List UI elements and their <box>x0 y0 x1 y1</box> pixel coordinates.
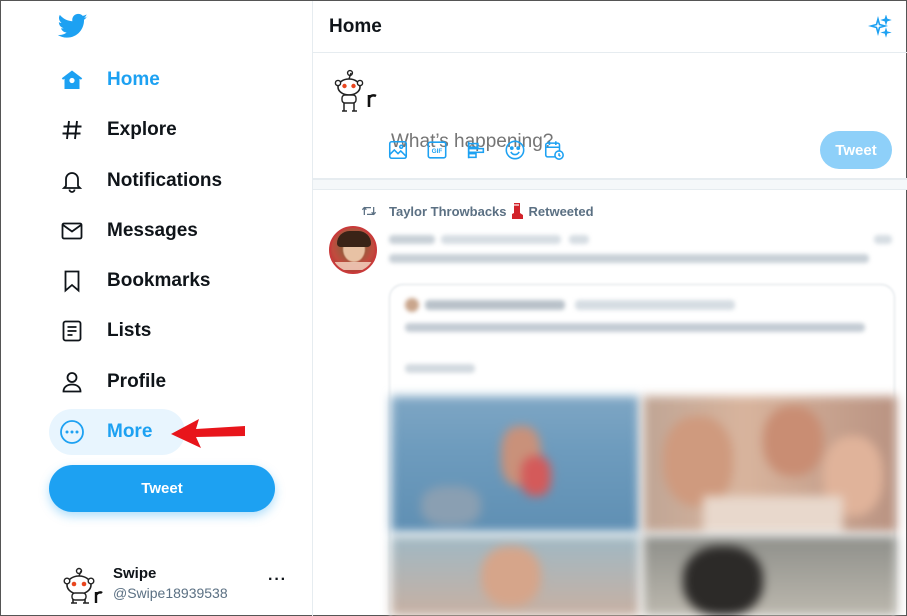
media-photo-4[interactable] <box>643 536 897 616</box>
media-photo-2[interactable] <box>643 396 897 532</box>
list-icon <box>59 318 85 344</box>
schedule-icon[interactable] <box>543 131 568 169</box>
red-boot-emoji-icon <box>511 203 523 219</box>
gif-icon[interactable]: GIF <box>426 131 451 169</box>
annotation-arrow-icon <box>171 419 245 448</box>
image-icon[interactable] <box>387 131 412 169</box>
sidebar: Home Explore Notifications Messages Book… <box>1 1 313 616</box>
account-switcher[interactable]: Swipe @Swipe18939538 ··· <box>49 557 301 609</box>
retweet-user[interactable]: Taylor Throwbacks <box>389 204 507 219</box>
compose-tweet-button[interactable]: Tweet <box>820 131 892 169</box>
nav-bookmarks-label: Bookmarks <box>107 270 211 291</box>
retweet-suffix: Retweeted <box>528 203 594 219</box>
person-icon <box>59 369 85 395</box>
nav-profile[interactable]: Profile <box>49 359 180 405</box>
nav-lists-label: Lists <box>107 320 152 341</box>
nav-home[interactable]: Home <box>49 57 174 103</box>
main-column: Home GIF <box>313 1 907 616</box>
media-photo-3[interactable] <box>391 536 639 616</box>
account-names: Swipe @Swipe18939538 <box>113 565 228 601</box>
account-name: Swipe <box>113 565 157 582</box>
retweet-context: Taylor Throwbacks Retweeted <box>361 203 594 219</box>
retweet-icon <box>361 206 377 216</box>
feed-tweet[interactable]: Taylor Throwbacks Retweeted <box>313 190 907 616</box>
avatar <box>334 69 377 112</box>
nav-more-label: More <box>107 421 153 442</box>
nav-messages-label: Messages <box>107 220 198 241</box>
nav-profile-label: Profile <box>107 371 167 392</box>
bookmark-icon <box>59 268 85 294</box>
nav-messages[interactable]: Messages <box>49 208 212 254</box>
poll-icon[interactable] <box>465 131 490 169</box>
nav-explore-label: Explore <box>107 119 177 140</box>
feed-divider <box>313 179 907 190</box>
envelope-icon <box>59 218 85 244</box>
nav-bookmarks[interactable]: Bookmarks <box>49 258 225 304</box>
composer-toolbar: GIF <box>387 131 568 169</box>
main-header: Home <box>313 1 907 53</box>
home-icon <box>59 67 85 93</box>
bell-icon <box>59 168 85 194</box>
media-photo-1[interactable] <box>391 396 639 532</box>
svg-text:GIF: GIF <box>432 148 443 155</box>
account-handle: @Swipe18939538 <box>113 585 228 601</box>
sidebar-tweet-button[interactable]: Tweet <box>49 465 275 512</box>
twitter-logo-icon[interactable] <box>57 11 89 41</box>
account-menu-icon[interactable]: ··· <box>268 571 287 589</box>
nav-explore[interactable]: Explore <box>49 107 191 153</box>
nav-lists[interactable]: Lists <box>49 308 165 354</box>
sparkle-icon[interactable] <box>868 14 892 39</box>
page-title: Home <box>329 15 382 37</box>
nav-notifications-label: Notifications <box>107 170 223 191</box>
more-circle-icon <box>59 419 85 445</box>
emoji-icon[interactable] <box>504 131 529 169</box>
avatar <box>63 567 103 604</box>
nav-notifications[interactable]: Notifications <box>49 158 236 204</box>
hashtag-icon <box>59 117 85 143</box>
nav-home-label: Home <box>107 69 160 90</box>
tweet-author-avatar[interactable] <box>329 226 377 274</box>
nav-more[interactable]: More <box>49 409 185 455</box>
